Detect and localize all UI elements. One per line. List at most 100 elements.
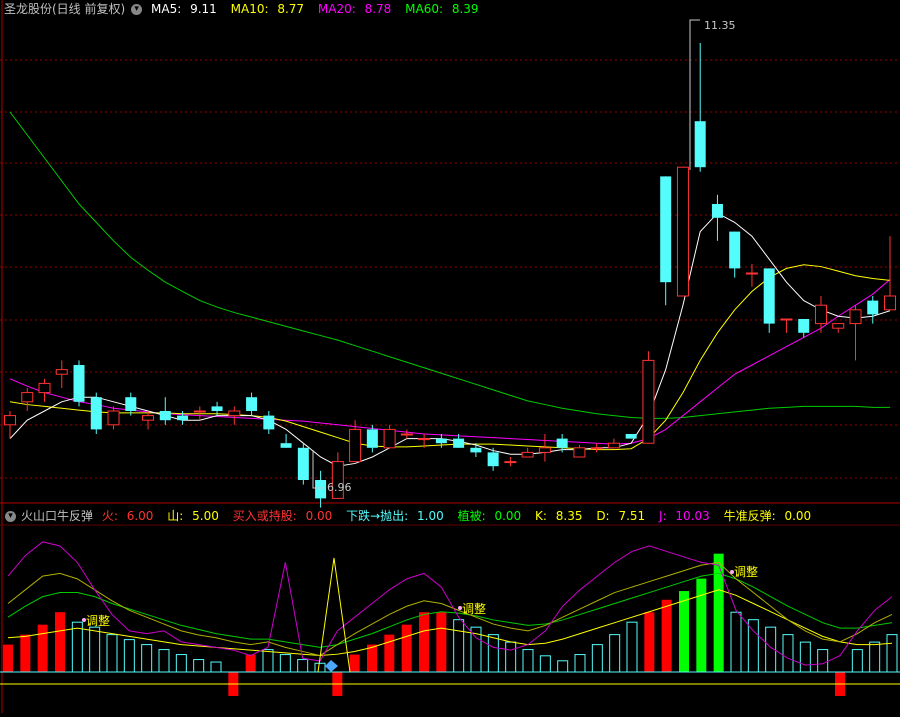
drop-label: 下跌→抛出: 1.00	[346, 509, 449, 523]
candle-body	[729, 231, 741, 269]
adjust-label-2: 调整	[462, 601, 486, 616]
bull-label-text: 牛准反弹:	[723, 509, 776, 523]
j-value: 10.03	[675, 509, 710, 523]
indicator-bar	[349, 654, 360, 672]
indicator-bar	[419, 612, 429, 672]
fire-label-text: 火:	[101, 509, 118, 523]
ma60-label: MA60: 8.39	[405, 2, 483, 16]
candle-body	[849, 309, 862, 325]
indicator-bar	[20, 634, 31, 672]
candle-body	[228, 410, 241, 417]
candle-body	[660, 176, 672, 283]
adjust-label-1: 调整	[86, 613, 110, 628]
bottom-header: ▾ 火山口牛反弹 火: 6.00 山: 5.00 买入或持股: 0.00 下跌→抛…	[4, 507, 821, 525]
candle-body	[798, 319, 810, 333]
buy-value: 0.00	[305, 509, 333, 523]
candle-body	[297, 447, 309, 480]
ma5-value: 9.11	[190, 2, 217, 16]
candle-body	[607, 442, 620, 449]
candle-body	[21, 392, 34, 403]
top-header: 圣龙股份(日线 前复权) ▾ MA5: 9.11 MA10: 8.77 MA20:…	[4, 0, 489, 18]
bull-label: 牛准反弹: 0.00	[724, 509, 817, 523]
candle-body	[4, 415, 16, 426]
candle-body	[177, 415, 189, 421]
d-label-text: D:	[596, 509, 610, 523]
candle-body	[884, 295, 896, 311]
candle-body	[125, 397, 137, 411]
ma20-label-text: MA20:	[317, 2, 356, 16]
candle-body	[418, 438, 431, 441]
indicator-bar	[367, 644, 377, 672]
stock-title: 圣龙股份(日线 前复权)	[4, 2, 126, 16]
candle-body	[694, 121, 706, 168]
candle-body	[832, 323, 845, 329]
j-label-text: J:	[658, 509, 667, 523]
candle-body	[780, 318, 793, 321]
indicator-bar	[661, 599, 672, 672]
candle-body	[107, 410, 120, 426]
candle-body	[453, 438, 465, 448]
mountain-label: 山: 5.00	[167, 509, 224, 523]
candle-body	[55, 369, 68, 375]
candle-body	[159, 411, 171, 421]
grid-lines	[0, 0, 900, 713]
candle-body	[315, 480, 327, 499]
drop-value: 1.00	[417, 509, 444, 523]
ma60-value: 8.39	[451, 2, 479, 16]
candle-body	[470, 447, 482, 453]
indicator-bar	[696, 578, 707, 672]
low-annotation: 6.96	[327, 481, 352, 494]
candle-body	[193, 410, 206, 413]
indicator-bar	[679, 591, 689, 672]
candle-body	[435, 438, 447, 444]
candle-body	[90, 397, 102, 430]
ma5-label: MA5: 9.11	[151, 2, 222, 16]
candle-body	[142, 415, 155, 421]
candle-body	[280, 443, 292, 448]
fire-value: 6.00	[126, 509, 154, 523]
k-label-text: K:	[535, 509, 547, 523]
indicator-bar	[713, 553, 724, 672]
candle-body	[521, 451, 534, 458]
candle-body	[38, 382, 51, 394]
candle-body	[366, 429, 378, 448]
mountain-value: 5.00	[192, 509, 219, 523]
chevron-down-icon[interactable]: ▾	[131, 3, 143, 15]
background	[0, 0, 900, 713]
candle-body	[538, 447, 551, 453]
ma20-value: 8.78	[364, 2, 392, 16]
ma20-label: MA20: 8.78	[318, 2, 396, 16]
chart-canvas: 11.35 6.96 调整 调整 调整	[0, 0, 900, 713]
indicator-bar	[37, 624, 48, 672]
candle-body	[745, 272, 758, 275]
candle-body	[625, 434, 637, 439]
candle-body	[867, 300, 879, 315]
candle-body	[383, 428, 396, 449]
d-value: 7.51	[618, 509, 646, 523]
d-label: D: 7.51	[596, 509, 650, 523]
chart-stage: 11.35 6.96 调整 调整 调整 圣龙股份(日线 前复权) ▾ MA5: 9…	[0, 0, 900, 713]
k-value: 8.35	[555, 509, 583, 523]
candle-body	[763, 268, 775, 324]
candle-body	[814, 304, 827, 325]
indicator-bar	[55, 612, 65, 672]
ma10-label: MA10: 8.77	[231, 2, 309, 16]
candle-body	[642, 359, 655, 444]
plant-label: 植被: 0.00	[458, 509, 527, 523]
chevron-down-icon[interactable]: ▾	[5, 510, 16, 522]
candle-body	[349, 428, 362, 463]
fire-label: 火: 6.00	[102, 509, 159, 523]
indicator-bar	[436, 612, 447, 672]
buy-label-text: 买入或持股:	[232, 509, 297, 523]
candle-body	[504, 461, 517, 464]
candle-body	[73, 365, 85, 402]
candle-body	[211, 406, 223, 411]
bull-value: 0.00	[784, 509, 812, 523]
k-label: K: 8.35	[535, 509, 587, 523]
indicator-bar	[245, 654, 256, 672]
candle-body	[711, 204, 723, 218]
candle-body	[556, 438, 568, 448]
candle-body	[487, 452, 499, 467]
candle-body	[246, 397, 258, 411]
ma10-label-text: MA10:	[230, 2, 269, 16]
